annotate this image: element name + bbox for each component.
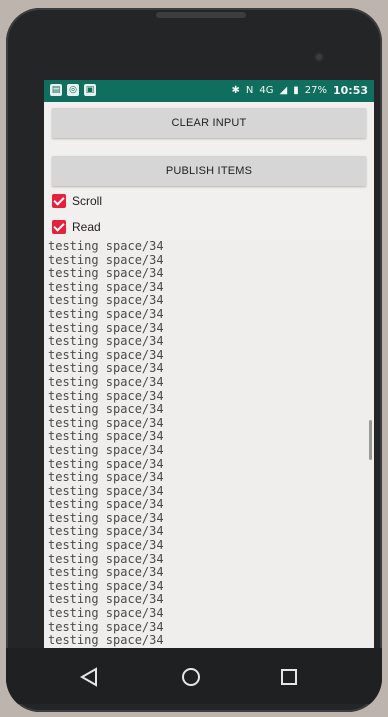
log-line: testing space/34 — [48, 388, 164, 403]
log-line: testing space/34 — [48, 347, 164, 362]
recent-apps-icon — [281, 669, 297, 685]
read-checkbox-row[interactable]: Read — [52, 216, 101, 238]
log-line: testing space/34 — [48, 306, 164, 321]
log-output[interactable]: testing space/34 testing space/34 testing … — [44, 240, 374, 648]
home-button[interactable] — [178, 664, 204, 690]
log-line: testing space/34 — [48, 334, 164, 349]
notification-icon: ◎ — [67, 84, 79, 96]
log-line: testing space/34 — [48, 361, 164, 376]
log-line: testing space/34 — [48, 510, 164, 525]
clock: 10:53 — [332, 84, 368, 97]
scroll-checkbox[interactable] — [52, 194, 66, 208]
navigation-bar — [6, 648, 382, 704]
recent-apps-button[interactable] — [276, 664, 302, 690]
scroll-checkbox-row[interactable]: Scroll — [52, 190, 102, 212]
log-line: testing space/34 — [48, 524, 164, 539]
log-scrollbar[interactable] — [369, 420, 372, 460]
notification-icon: ▤ — [50, 84, 62, 96]
log-line: testing space/34 — [48, 497, 164, 512]
log-line: testing space/34 — [48, 592, 164, 607]
home-icon — [182, 668, 200, 686]
phone-frame: ▤ ◎ ▣ ✱ N 4G ◢ ▮ 27% 10:53 CLEAR INPUT P… — [6, 8, 382, 712]
log-line: testing space/34 — [48, 402, 164, 417]
log-line: testing space/34 — [48, 619, 164, 634]
log-line: testing space/34 — [48, 429, 164, 444]
app-screen: ▤ ◎ ▣ ✱ N 4G ◢ ▮ 27% 10:53 CLEAR INPUT P… — [44, 80, 374, 648]
bluetooth-icon: ✱ — [231, 85, 240, 96]
publish-items-button[interactable]: PUBLISH ITEMS — [52, 156, 366, 186]
log-line: testing space/34 — [48, 320, 164, 335]
status-bar: ▤ ◎ ▣ ✱ N 4G ◢ ▮ 27% 10:53 — [44, 80, 374, 102]
read-checkbox[interactable] — [52, 220, 66, 234]
front-camera — [314, 52, 324, 62]
log-line: testing space/34 — [48, 578, 164, 593]
back-button[interactable] — [76, 664, 102, 690]
log-line: testing space/34 — [48, 240, 164, 253]
log-line: testing space/34 — [48, 483, 164, 498]
scroll-checkbox-label: Scroll — [72, 194, 103, 208]
log-line: testing space/34 — [48, 633, 164, 648]
clear-input-button[interactable]: CLEAR INPUT — [52, 108, 366, 138]
log-line: testing space/34 — [48, 415, 164, 430]
battery-icon: ▮ — [293, 85, 299, 96]
log-line: testing space/34 — [48, 551, 164, 566]
signal-icon: ◢ — [279, 85, 288, 96]
log-line: testing space/34 — [48, 538, 164, 553]
log-line: testing space/34 — [48, 456, 164, 471]
log-line: testing space/34 — [48, 266, 164, 281]
network-indicator: N — [245, 85, 254, 96]
log-line: testing space/34 — [48, 293, 164, 308]
back-icon — [80, 667, 97, 687]
log-line: testing space/34 — [48, 374, 164, 389]
log-line: testing space/34 — [48, 279, 164, 294]
status-indicators: ✱ N 4G ◢ ▮ 27% 10:53 — [232, 84, 368, 97]
notification-icons: ▤ ◎ ▣ — [50, 84, 96, 96]
log-line: testing space/34 — [48, 442, 164, 457]
log-line: testing space/34 — [48, 565, 164, 580]
read-checkbox-label: Read — [72, 220, 101, 234]
signal-type: 4G — [259, 85, 274, 96]
log-line: testing space/34 — [48, 252, 164, 267]
notification-icon: ▣ — [84, 84, 96, 96]
log-line: testing space/34 — [48, 606, 164, 621]
battery-level: 27% — [304, 85, 327, 96]
log-line: testing space/34 — [48, 470, 164, 485]
phone-speaker — [156, 12, 246, 18]
